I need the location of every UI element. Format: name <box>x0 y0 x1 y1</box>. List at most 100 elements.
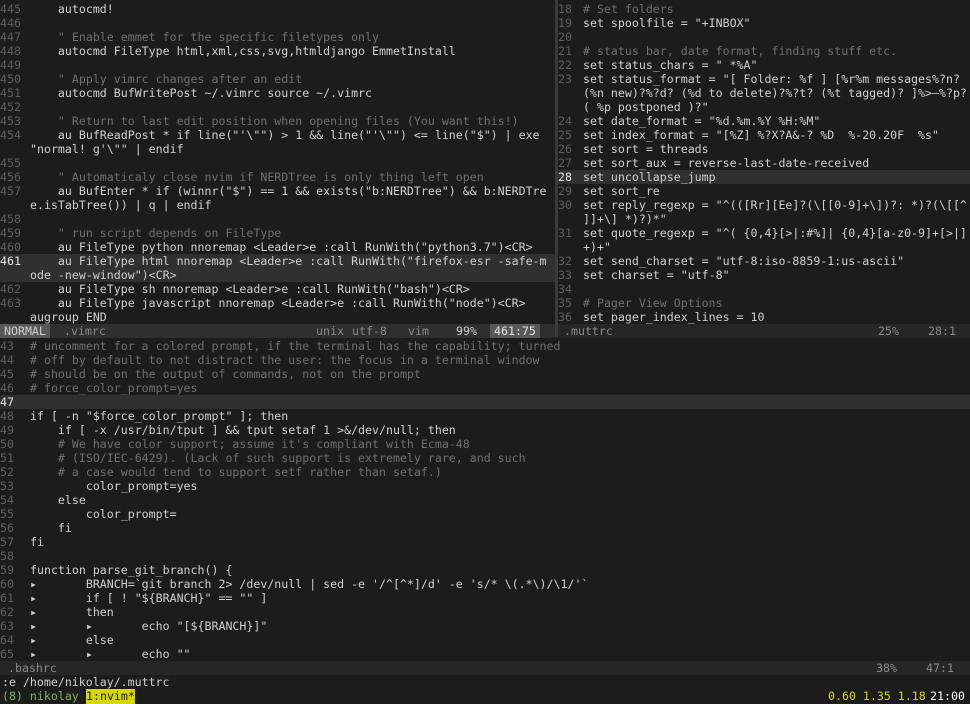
code-line[interactable]: 448 autocmd FileType html,xml,css,svg,ht… <box>0 44 555 58</box>
code-line[interactable]: 20 <box>558 30 970 44</box>
code-line[interactable]: 49 if [ -x /usr/bin/tput ] && tput setaf… <box>0 423 970 437</box>
code-line[interactable]: 22 set status_chars = " *%A" <box>558 58 970 72</box>
code-line[interactable]: 446 <box>0 16 555 30</box>
code-line[interactable]: 456 " Automaticaly close nvim if NERDTre… <box>0 170 555 184</box>
code-line[interactable]: 458 <box>0 212 555 226</box>
code-line[interactable]: 48 if [ -n "$force_color_prompt" ]; then <box>0 409 970 423</box>
code-line[interactable]: 53 color_prompt=yes <box>0 479 970 493</box>
line-number: 448 <box>0 44 21 58</box>
file-name: .bashrc <box>8 661 57 675</box>
code-line[interactable]: 61 ▸ if [ ! "${BRANCH}" == "" ] <box>0 591 970 605</box>
line-number: 447 <box>0 30 21 44</box>
code-line[interactable]: "normal! g'\"" | endif <box>0 142 555 156</box>
line-text: ( %p postponed )?" <box>583 100 709 114</box>
line-text: (%n new)?%?d? (%d to delete)?%?t? (%t ta… <box>583 86 967 100</box>
code-line[interactable]: 461 au FileType html nnoremap <Leader>e … <box>0 254 555 268</box>
code-line[interactable]: 21 # status bar, date format, finding stu… <box>558 44 970 58</box>
code-line[interactable]: 56 fi <box>0 521 970 535</box>
code-line[interactable]: 25 set index_format = "[%Z] %?X?A&-? %D %… <box>558 128 970 142</box>
code-line[interactable]: 62 ▸ then <box>0 605 970 619</box>
code-line[interactable]: ( %p postponed )?" <box>558 100 970 114</box>
line-number: 23 <box>558 72 572 86</box>
line-number: 59 <box>0 563 14 577</box>
vimrc-statusline: NORMAL .vimrc unix utf-8 vim 99% 461:75 <box>0 324 555 338</box>
code-line[interactable]: 50 # We have color support; assume it's … <box>0 437 970 451</box>
code-line[interactable]: 59 function parse_git_branch() { <box>0 563 970 577</box>
code-line[interactable]: 57 fi <box>0 535 970 549</box>
code-line[interactable]: 455 <box>0 156 555 170</box>
cursor-position: 461:75 <box>490 324 540 338</box>
code-line[interactable]: 459 " run script depends on FileType <box>0 226 555 240</box>
code-line[interactable]: 47 <box>0 395 970 409</box>
line-number: 50 <box>0 437 14 451</box>
code-line[interactable]: 454 au BufReadPost * if line("'\"") > 1 … <box>0 128 555 142</box>
code-line[interactable]: +)+" <box>558 240 970 254</box>
code-line[interactable]: 44 # off by default to not distract the u… <box>0 353 970 367</box>
code-line[interactable]: 33 set charset = "utf-8" <box>558 268 970 282</box>
line-text: autocmd FileType html,xml,css,svg,htmldj… <box>30 44 456 58</box>
code-line[interactable]: 460 au FileType python nnoremap <Leader>… <box>0 240 555 254</box>
code-line[interactable]: augroup END <box>0 310 555 324</box>
code-line[interactable]: 451 autocmd BufWritePost ~/.vimrc source… <box>0 86 555 100</box>
line-text: ▸ then <box>30 605 114 619</box>
code-line[interactable]: 23 set status_format = "[ Folder: %f ] [%… <box>558 72 970 86</box>
line-text: # We have color support; assume it's com… <box>30 437 470 451</box>
muttrc-pane[interactable]: 18 # Set folders 19 set spoolfile = "+INBOX… <box>558 2 970 324</box>
code-line[interactable]: 19 set spoolfile = "+INBOX" <box>558 16 970 30</box>
line-text: au FileType html nnoremap <Leader>e :cal… <box>30 254 547 268</box>
code-line[interactable]: 43 # uncomment for a colored prompt, if t… <box>0 339 970 353</box>
line-number: 452 <box>0 100 21 114</box>
line-text: # should be on the output of commands, n… <box>30 367 421 381</box>
line-text: # off by default to not distract the use… <box>30 353 540 367</box>
code-line[interactable]: 35 # Pager View Options <box>558 296 970 310</box>
line-number: 43 <box>0 339 14 353</box>
code-line[interactable]: 28 set uncollapse_jump <box>558 170 970 184</box>
code-line[interactable]: 36 set pager_index_lines = 10 <box>558 310 970 324</box>
code-line[interactable]: 34 <box>558 282 970 296</box>
code-line[interactable]: 453 " Return to last edit position when … <box>0 114 555 128</box>
code-line[interactable]: 64 ▸ else <box>0 633 970 647</box>
code-line[interactable]: 65 ▸ ▸ echo "" <box>0 647 970 661</box>
code-line[interactable]: 54 else <box>0 493 970 507</box>
code-line[interactable]: 52 # a case would tend to support setf r… <box>0 465 970 479</box>
bashrc-pane[interactable]: 43 # uncomment for a colored prompt, if t… <box>0 339 970 661</box>
code-line[interactable]: 46 # force_color_prompt=yes <box>0 381 970 395</box>
line-text: set sort_aux = reverse-last-date-receive… <box>583 156 870 170</box>
line-number: 36 <box>558 310 572 324</box>
code-line[interactable]: 445 autocmd! <box>0 2 555 16</box>
code-line[interactable]: ]]+\] *)?)*" <box>558 212 970 226</box>
command-line[interactable]: :e /home/nikolay/.muttrc <box>2 675 170 689</box>
line-text: " Enable emmet for the specific filetype… <box>30 30 380 44</box>
code-line[interactable]: 24 set date_format = "%d.%m.%Y %H:%M" <box>558 114 970 128</box>
code-line[interactable]: 60 ▸ BRANCH=`git branch 2> /dev/null | se… <box>0 577 970 591</box>
vimrc-pane[interactable]: 445 autocmd! 446 447 " Enable emmet for th… <box>0 2 555 324</box>
tmux-window-tab[interactable]: 1:nvim* <box>86 689 135 704</box>
code-line[interactable]: 58 <box>0 549 970 563</box>
code-line[interactable]: e.isTabTree()) | q | endif <box>0 198 555 212</box>
code-line[interactable]: 63 ▸ ▸ echo "[${BRANCH}]" <box>0 619 970 633</box>
code-line[interactable]: 51 # (ISO/IEC-6429). (Lack of such suppo… <box>0 451 970 465</box>
code-line[interactable]: 45 # should be on the output of commands,… <box>0 367 970 381</box>
line-number: 46 <box>0 381 14 395</box>
code-line[interactable]: 30 set reply_regexp = "^(([Rr][Ee]?(\[[0-… <box>558 198 970 212</box>
code-line[interactable]: 452 <box>0 100 555 114</box>
cursor-position: 28:1 <box>928 324 956 338</box>
code-line[interactable]: 447 " Enable emmet for the specific file… <box>0 30 555 44</box>
code-line[interactable]: 463 au FileType javascript nnoremap <Lea… <box>0 296 555 310</box>
code-line[interactable]: 32 set send_charset = "utf-8:iso-8859-1:u… <box>558 254 970 268</box>
code-line[interactable]: 449 <box>0 58 555 72</box>
code-line[interactable]: 18 # Set folders <box>558 2 970 16</box>
code-line[interactable]: 55 color_prompt= <box>0 507 970 521</box>
code-line[interactable]: 29 set sort_re <box>558 184 970 198</box>
line-text: " Return to last edit position when open… <box>30 114 519 128</box>
code-line[interactable]: 457 au BufEnter * if (winnr("$") == 1 &&… <box>0 184 555 198</box>
line-text: set reply_regexp = "^(([Rr][Ee]?(\[[0-9]… <box>583 198 967 212</box>
code-line[interactable]: 462 au FileType sh nnoremap <Leader>e :c… <box>0 282 555 296</box>
code-line[interactable]: 31 set quote_regexp = "^( {0,4}[>|:#%]| {… <box>558 226 970 240</box>
code-line[interactable]: 27 set sort_aux = reverse-last-date-recei… <box>558 156 970 170</box>
code-line[interactable]: 450 " Apply vimrc changes after an edit <box>0 72 555 86</box>
code-line[interactable]: ode -new-window")<CR> <box>0 268 555 282</box>
code-line[interactable]: 26 set sort = threads <box>558 142 970 156</box>
code-line[interactable]: (%n new)?%?d? (%d to delete)?%?t? (%t ta… <box>558 86 970 100</box>
tmux-session[interactable]: (8) nikolay <box>2 689 79 704</box>
